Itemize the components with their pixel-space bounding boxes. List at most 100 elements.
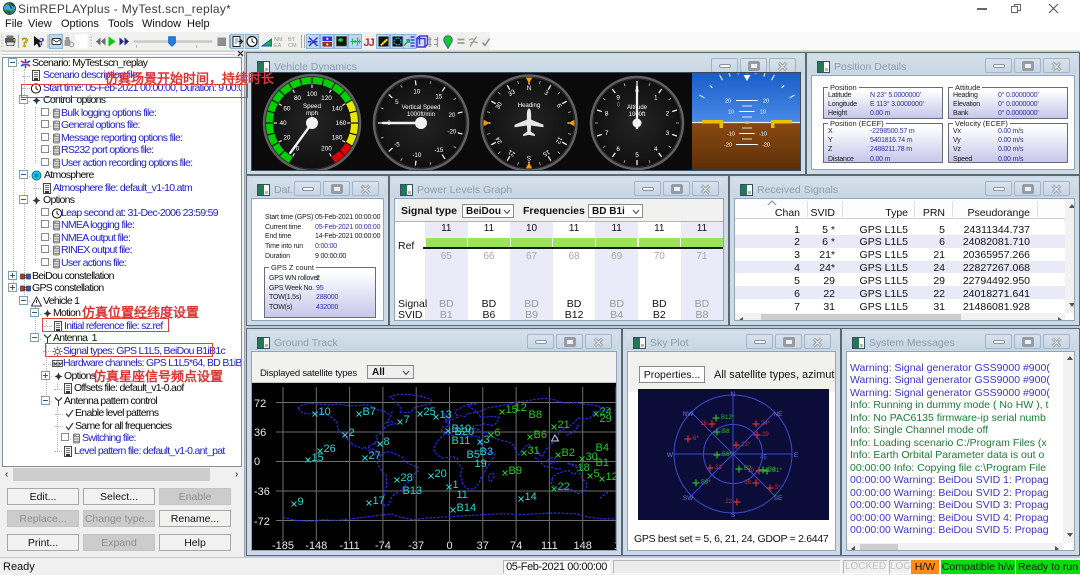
- svg-text:-20: -20: [724, 143, 732, 149]
- svg-text:15: 15: [435, 94, 442, 101]
- svg-text:Speed: Speed: [303, 103, 321, 110]
- svg-text:0: 0: [254, 456, 260, 468]
- svg-text:-148: -148: [305, 540, 327, 551]
- svg-text:5*: 5*: [775, 485, 781, 491]
- svg-text:-10: -10: [412, 152, 422, 159]
- svg-text:?: ?: [22, 36, 29, 51]
- svg-text:B1*: B1*: [772, 468, 782, 474]
- svg-text:20: 20: [725, 99, 731, 105]
- svg-text:SW: SW: [683, 495, 694, 502]
- svg-text:B7: B7: [363, 406, 376, 418]
- svg-text:7: 7: [404, 414, 410, 426]
- svg-text:E: E: [794, 452, 799, 459]
- svg-text:5: 5: [594, 468, 600, 480]
- svg-text:B12*: B12*: [721, 415, 735, 421]
- svg-text:B6: B6: [534, 429, 547, 441]
- svg-text:mph: mph: [306, 110, 319, 117]
- svg-text:25: 25: [424, 406, 436, 418]
- svg-text:W: W: [667, 452, 674, 459]
- svg-text:Vertical Speed: Vertical Speed: [402, 105, 441, 111]
- svg-text:74: 74: [510, 540, 522, 551]
- svg-text:31: 31: [528, 445, 540, 457]
- svg-text:20: 20: [435, 468, 447, 480]
- svg-text:6*: 6*: [693, 436, 699, 442]
- svg-text:B9: B9: [509, 465, 522, 477]
- svg-text:B9*: B9*: [701, 480, 711, 486]
- svg-text:2: 2: [666, 110, 670, 117]
- svg-text:18: 18: [578, 462, 590, 474]
- svg-text:111: 111: [541, 540, 558, 551]
- svg-text:B14: B14: [457, 502, 477, 514]
- svg-text:3: 3: [666, 130, 670, 137]
- svg-text:B11: B11: [452, 435, 471, 447]
- svg-text:31: 31: [715, 465, 722, 471]
- svg-text:SE: SE: [774, 495, 783, 502]
- svg-text:10: 10: [760, 110, 766, 116]
- svg-text:24*: 24*: [761, 421, 771, 427]
- svg-text:-74: -74: [375, 540, 391, 551]
- svg-text:8: 8: [605, 110, 609, 117]
- svg-text:12: 12: [515, 402, 527, 414]
- svg-text:1: 1: [654, 94, 658, 101]
- svg-text:28: 28: [401, 472, 413, 484]
- svg-text:9: 9: [616, 94, 620, 101]
- svg-text:19: 19: [475, 458, 487, 470]
- svg-text:2: 2: [349, 427, 355, 439]
- svg-text:B2: B2: [562, 447, 575, 459]
- svg-text:21*: 21*: [741, 442, 751, 448]
- svg-text:10: 10: [413, 88, 420, 95]
- svg-text:10: 10: [747, 468, 754, 474]
- svg-text:10: 10: [319, 406, 331, 418]
- svg-text:22: 22: [558, 481, 570, 493]
- svg-text:140: 140: [332, 106, 343, 113]
- svg-text:180: 180: [332, 135, 343, 142]
- svg-text:60: 60: [283, 106, 291, 113]
- svg-text:27: 27: [369, 450, 381, 462]
- svg-text:-5: -5: [394, 141, 400, 148]
- svg-text:13: 13: [440, 409, 452, 421]
- svg-text:?: ?: [39, 36, 45, 48]
- svg-text:20: 20: [283, 135, 291, 142]
- svg-text:-37: -37: [408, 540, 424, 551]
- svg-text:29: 29: [762, 432, 769, 438]
- svg-text:29: 29: [600, 413, 612, 425]
- svg-text:160: 160: [336, 120, 347, 127]
- svg-text:S: S: [731, 512, 736, 519]
- svg-text:4: 4: [654, 146, 658, 153]
- svg-text:-36: -36: [254, 486, 270, 498]
- svg-text:5: 5: [635, 152, 639, 159]
- svg-text:N: N: [527, 85, 531, 92]
- svg-text:B6*: B6*: [722, 452, 732, 458]
- svg-text:22: 22: [725, 499, 732, 505]
- svg-text:18: 18: [744, 480, 751, 486]
- svg-text:80: 80: [294, 95, 302, 102]
- svg-text:-20: -20: [762, 143, 770, 149]
- svg-text:B8: B8: [529, 409, 542, 421]
- svg-text:20: 20: [448, 112, 455, 119]
- svg-text:6: 6: [616, 146, 620, 153]
- svg-text:26: 26: [324, 443, 336, 455]
- svg-text:-72: -72: [254, 516, 270, 528]
- svg-text:CM: CM: [288, 43, 297, 49]
- svg-text:16: 16: [700, 421, 707, 427]
- svg-text:0: 0: [446, 540, 452, 551]
- svg-text:3: 3: [484, 434, 490, 446]
- svg-text:37: 37: [477, 540, 489, 551]
- svg-text:9: 9: [298, 496, 304, 508]
- svg-text:11: 11: [457, 489, 468, 501]
- svg-text:5: 5: [395, 99, 399, 106]
- svg-text:200: 200: [321, 145, 332, 152]
- svg-text:10: 10: [728, 110, 734, 116]
- svg-text:-10: -10: [759, 132, 767, 138]
- svg-text:8: 8: [384, 436, 390, 448]
- svg-text:20: 20: [763, 99, 769, 105]
- svg-text:6: 6: [495, 427, 501, 439]
- svg-text:B3: B3: [480, 446, 493, 458]
- svg-text:B8: B8: [722, 429, 730, 435]
- svg-text:-15: -15: [434, 147, 444, 154]
- svg-text:21: 21: [558, 419, 570, 431]
- svg-text:72: 72: [254, 398, 266, 410]
- svg-text:NE: NE: [773, 411, 783, 418]
- svg-text:40: 40: [279, 120, 287, 127]
- svg-text:EA: EA: [274, 43, 282, 49]
